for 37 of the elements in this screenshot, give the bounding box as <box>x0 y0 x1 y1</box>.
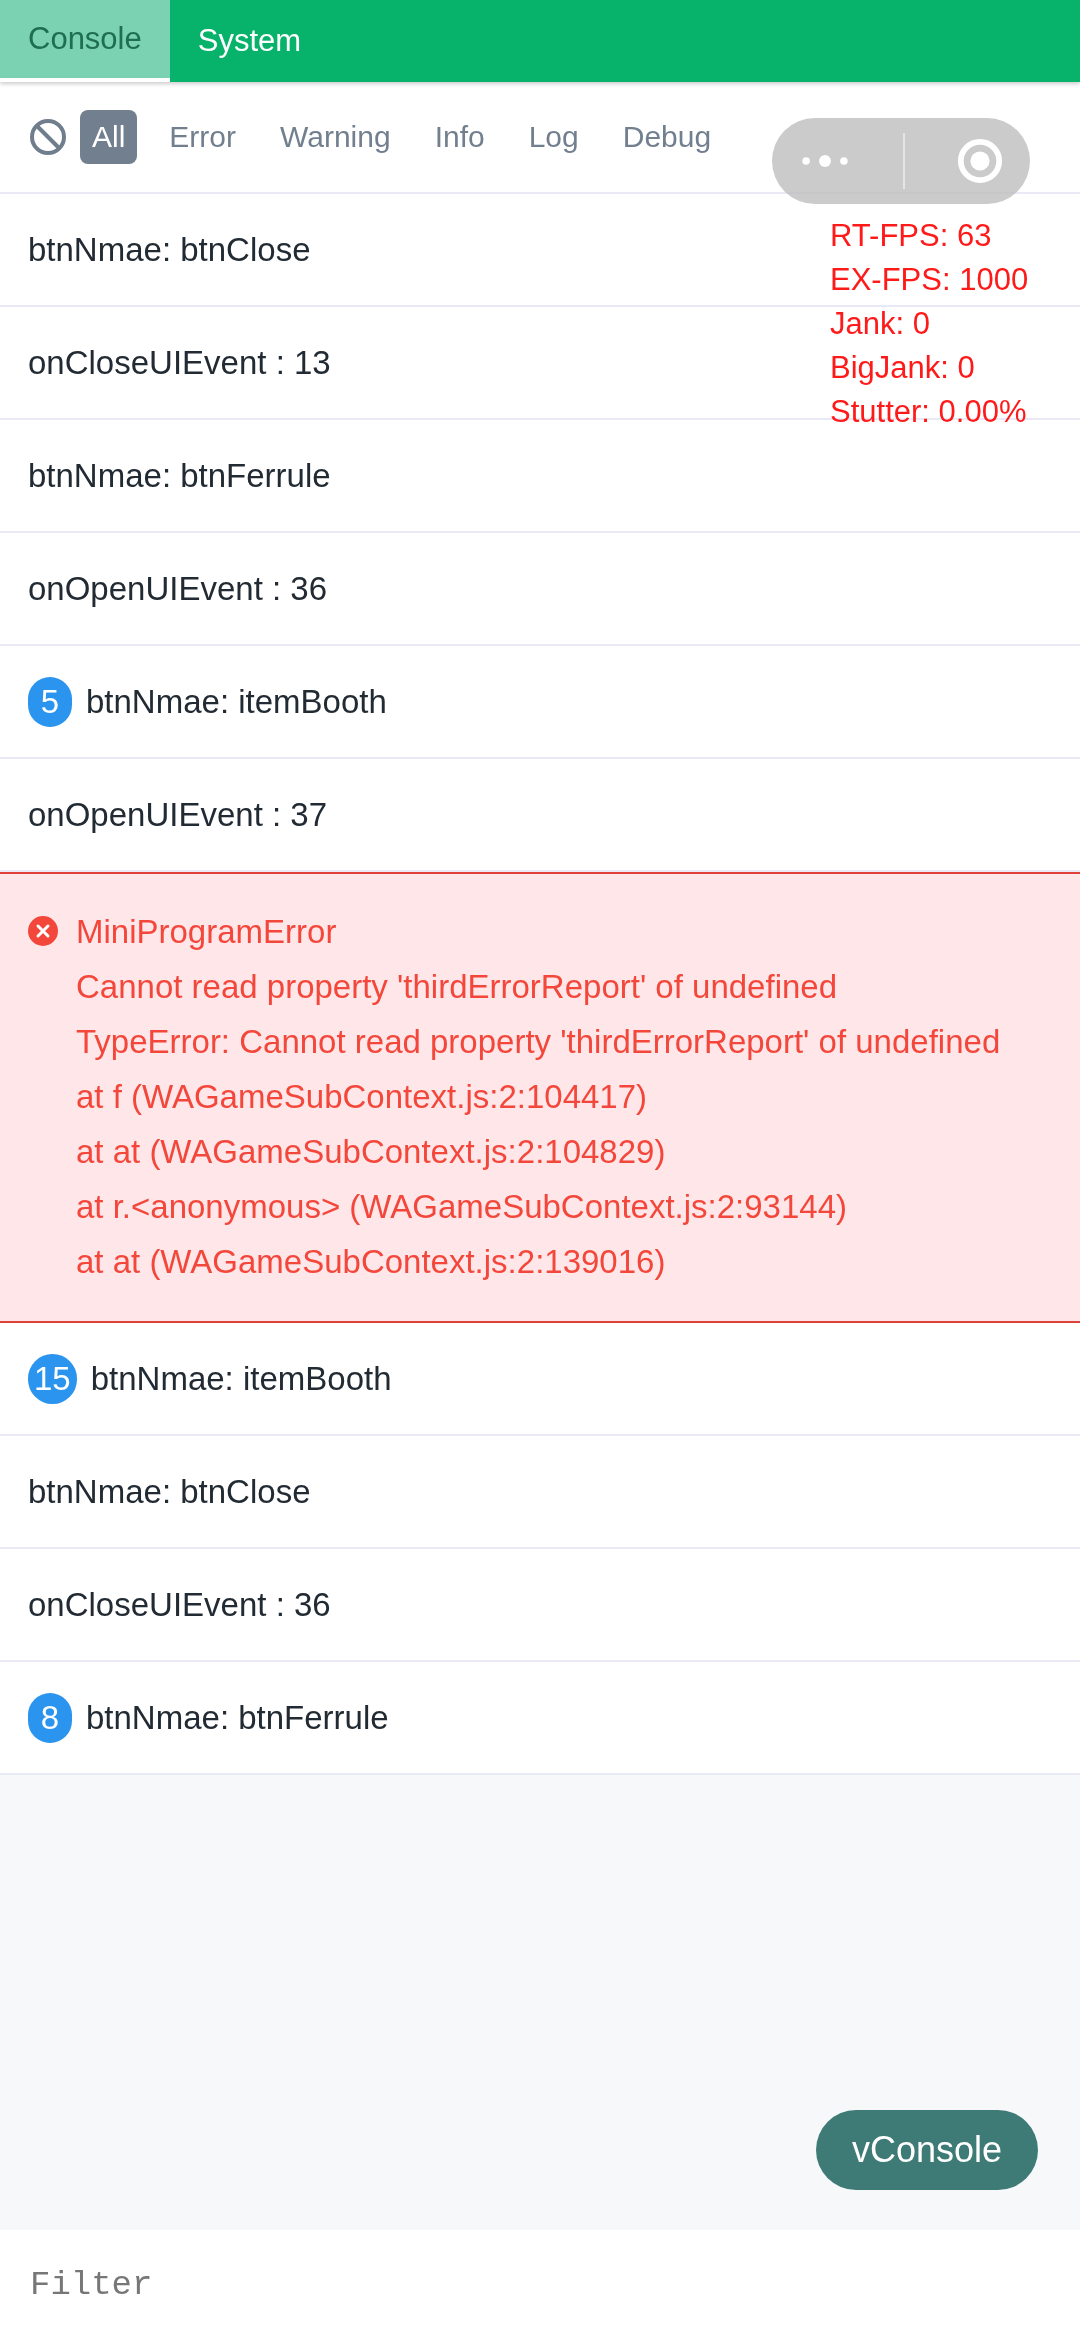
perf-stat: Stutter: 0.00% <box>830 393 1028 431</box>
error-text: at at (WAGameSubContext.js:2:104829) <box>76 1132 667 1172</box>
log-message: btnNmae: btnClose <box>28 230 311 269</box>
error-text: Cannot read property 'thirdErrorReport' of undefined <box>76 967 839 1007</box>
error-text: at f (WAGameSubContext.js:2:104417) <box>76 1077 649 1117</box>
tab[interactable]: Console <box>0 0 170 82</box>
filter-tab[interactable]: Warning <box>268 110 403 164</box>
log-message: onCloseUIEvent : 36 <box>28 1585 331 1624</box>
vconsole-button[interactable]: vConsole <box>815 2110 1038 2190</box>
repeat-count: 5 <box>28 676 72 727</box>
log-message: onCloseUIEvent : 13 <box>28 343 331 382</box>
filter-tab[interactable]: Error <box>157 110 248 164</box>
log-message: btnNmae: btnClose <box>28 1472 311 1511</box>
perf-stat: Jank: 0 <box>830 305 931 343</box>
error-title: MiniProgramError <box>76 912 338 952</box>
log-message: btnNmae: itemBooth <box>90 1359 392 1398</box>
filter-tab[interactable]: Info <box>422 110 497 164</box>
error-icon <box>28 916 58 946</box>
error-text: TypeError: Cannot read property 'thirdErrorReport' of undefined <box>76 1022 1001 1062</box>
perf-stat: RT-FPS: 63 <box>830 217 993 255</box>
log-message: btnNmae: btnFerrule <box>28 456 331 495</box>
filter-tab[interactable]: All <box>80 110 138 164</box>
perf-stat: BigJank: 0 <box>830 349 976 387</box>
log-message: btnNmae: itemBooth <box>86 682 387 721</box>
error-text: at r.<anonymous> (WAGameSubContext.js:2:93144) <box>76 1187 849 1227</box>
filter-tab[interactable]: Log <box>516 110 591 164</box>
clear-icon[interactable] <box>28 117 68 157</box>
log-message: btnNmae: btnFerrule <box>86 1698 389 1737</box>
log-message: onOpenUIEvent : 37 <box>28 795 328 834</box>
filter-tab[interactable]: Debug <box>610 110 724 164</box>
perf-stat: EX-FPS: 1000 <box>830 261 1029 299</box>
tab[interactable]: System <box>169 0 330 82</box>
filter-field[interactable]: Filter <box>28 2265 932 2305</box>
repeat-count: 8 <box>28 1692 72 1743</box>
error-text: at at (WAGameSubContext.js:2:139016) <box>76 1242 667 1282</box>
log-message: onOpenUIEvent : 36 <box>28 569 328 608</box>
repeat-count: 15 <box>28 1353 77 1404</box>
